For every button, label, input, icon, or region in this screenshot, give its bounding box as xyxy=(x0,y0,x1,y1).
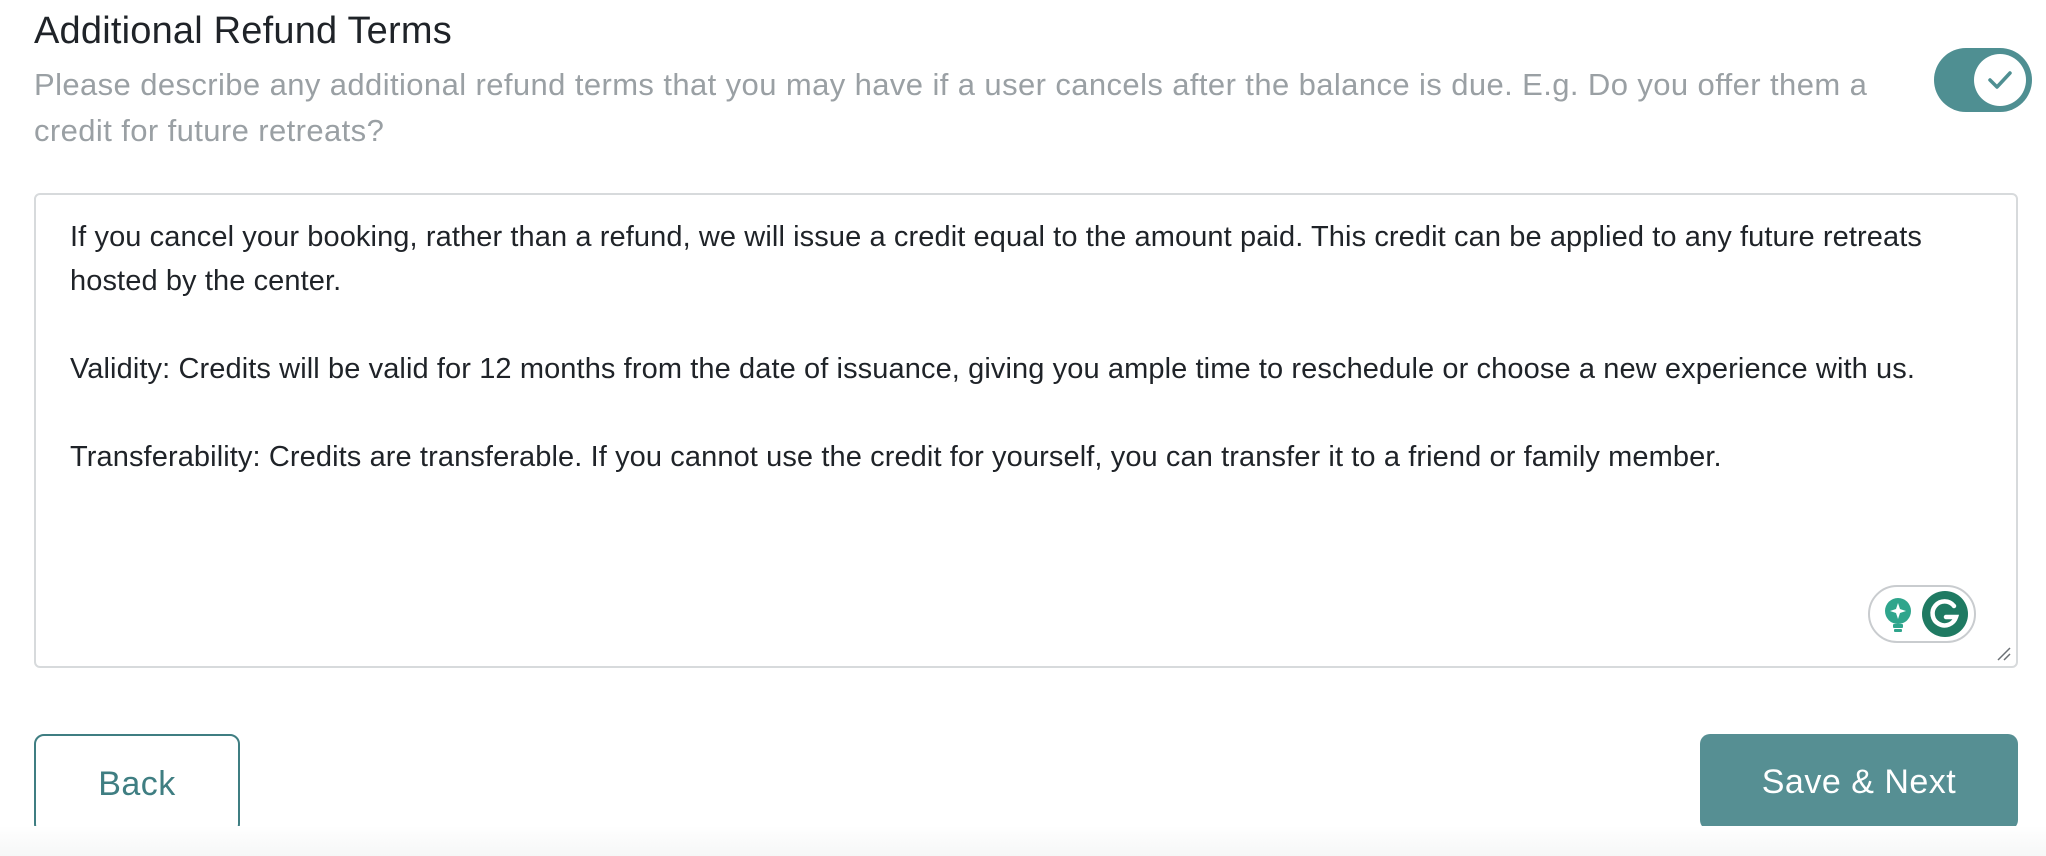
checkmark-icon xyxy=(1988,71,2012,89)
grammarly-g-icon[interactable] xyxy=(1920,589,1970,639)
refund-terms-toggle[interactable] xyxy=(1934,48,2032,112)
section-title: Additional Refund Terms xyxy=(34,10,452,52)
refund-terms-text[interactable]: If you cancel your booking, rather than … xyxy=(70,215,2000,479)
resize-handle-icon[interactable] xyxy=(1994,644,2012,662)
toggle-knob xyxy=(1974,54,2026,106)
refund-terms-textarea[interactable]: If you cancel your booking, rather than … xyxy=(34,193,2018,668)
lightbulb-sparkle-icon[interactable] xyxy=(1878,595,1918,635)
save-next-button[interactable]: Save & Next xyxy=(1700,734,2018,830)
section-description: Please describe any additional refund te… xyxy=(34,67,1868,148)
grammarly-widget[interactable] xyxy=(1868,585,1976,643)
bottom-divider xyxy=(0,826,2046,856)
back-button[interactable]: Back xyxy=(34,734,240,834)
refund-terms-page: Additional Refund Terms Please describe … xyxy=(0,0,2046,856)
